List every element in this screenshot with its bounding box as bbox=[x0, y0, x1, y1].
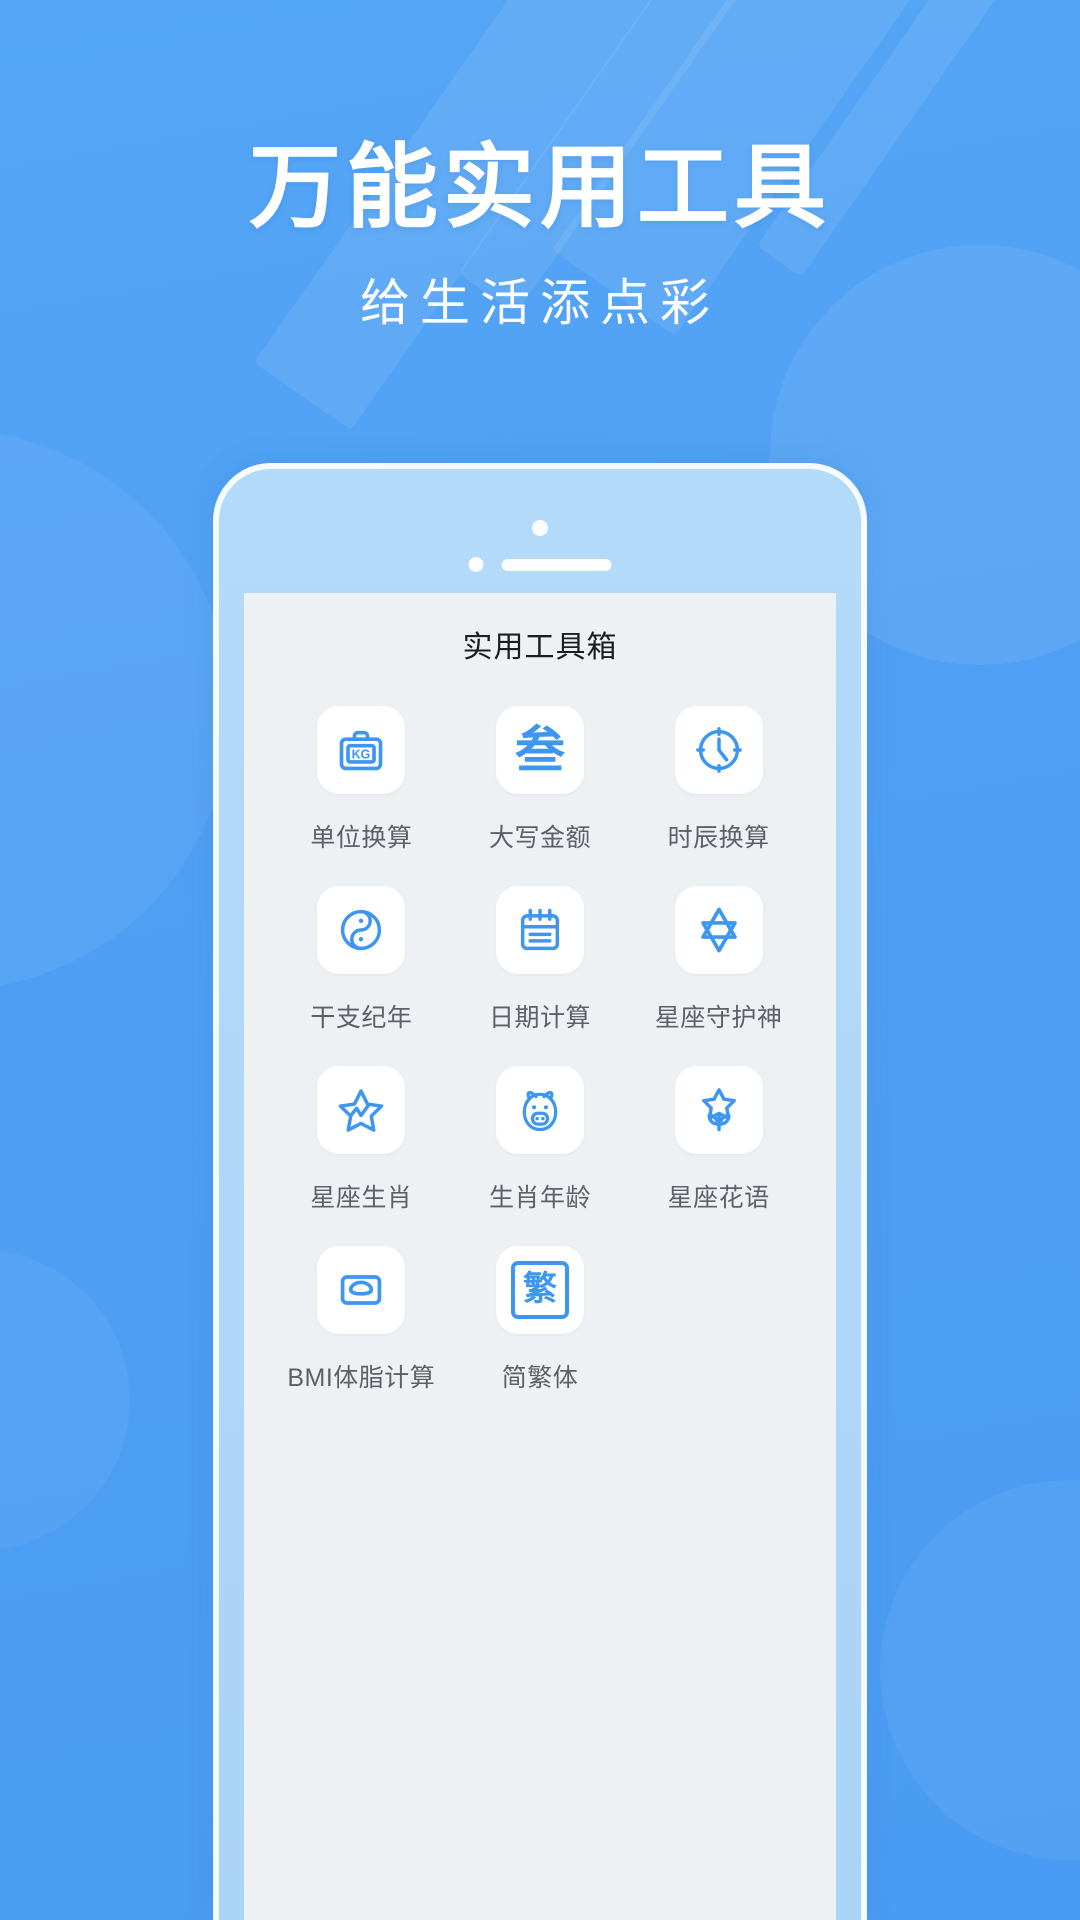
tool-label: BMI体脂计算 bbox=[287, 1364, 436, 1392]
traditional-character-icon: 繁 bbox=[495, 1246, 584, 1334]
tool-tile-empty bbox=[629, 1236, 808, 1416]
tool-tile-date-calculation[interactable]: 日期计算 bbox=[451, 876, 630, 1056]
tool-tile-capital-amount[interactable]: 叁 大写金额 bbox=[451, 696, 630, 876]
tool-label: 简繁体 bbox=[501, 1364, 579, 1392]
hero-section: 万能实用工具 给生活添点彩 bbox=[0, 0, 1080, 328]
tool-tile-zodiac-flower[interactable]: 星座花语 bbox=[629, 1056, 808, 1236]
tool-label: 星座生肖 bbox=[310, 1184, 413, 1212]
tool-tile-ganzhi-year[interactable]: 干支纪年 bbox=[272, 876, 451, 1056]
tool-label: 星座花语 bbox=[667, 1184, 770, 1212]
yin-yang-icon bbox=[317, 886, 406, 974]
tool-label: 星座守护神 bbox=[654, 1004, 783, 1032]
star-chart-icon bbox=[317, 1066, 406, 1154]
body-scale-icon bbox=[317, 1246, 406, 1334]
phone-camera-icon bbox=[532, 520, 548, 536]
tool-tile-shengxiao-age[interactable]: 生肖年龄 bbox=[451, 1056, 630, 1236]
clock-icon bbox=[674, 706, 763, 794]
background-circle bbox=[880, 1480, 1080, 1860]
tool-tile-shichen-conversion[interactable]: 时辰换算 bbox=[629, 696, 808, 876]
svg-text:KG: KG bbox=[352, 748, 371, 762]
tool-tile-bmi-calculator[interactable]: BMI体脂计算 bbox=[272, 1236, 451, 1416]
kg-suitcase-scale-icon: KG bbox=[317, 706, 406, 794]
hexagram-star-icon bbox=[674, 886, 763, 974]
flower-icon bbox=[674, 1066, 763, 1154]
tool-tile-zodiac-guardian[interactable]: 星座守护神 bbox=[629, 876, 808, 1056]
tool-tile-zodiac-shengxiao[interactable]: 星座生肖 bbox=[272, 1056, 451, 1236]
calendar-icon bbox=[495, 886, 584, 974]
tool-label: 单位换算 bbox=[310, 824, 413, 852]
phone-mockup: 实用工具箱 KG 单位换算 叁 大写金额 时辰换算 干支纪年 日期计算 星座守护… bbox=[213, 463, 867, 1920]
phone-sensor-dot-icon bbox=[468, 557, 484, 572]
tool-label: 日期计算 bbox=[488, 1004, 591, 1032]
hero-title: 万能实用工具 bbox=[248, 137, 831, 239]
phone-earpiece-icon bbox=[501, 558, 612, 571]
glyph-san: 叁 bbox=[514, 721, 565, 779]
phone-speaker-group bbox=[468, 557, 612, 572]
tool-label: 时辰换算 bbox=[667, 824, 770, 852]
tool-label: 大写金额 bbox=[488, 824, 591, 852]
glyph-fan: 繁 bbox=[510, 1261, 569, 1319]
phone-screen: 实用工具箱 KG 单位换算 叁 大写金额 时辰换算 干支纪年 日期计算 星座守护… bbox=[244, 593, 836, 1920]
tool-tile-unit-conversion[interactable]: KG 单位换算 bbox=[272, 696, 451, 876]
tool-tile-simplified-traditional[interactable]: 繁 简繁体 bbox=[451, 1236, 630, 1416]
background-circle bbox=[0, 430, 230, 990]
pig-face-icon bbox=[495, 1066, 584, 1154]
app-title: 实用工具箱 bbox=[462, 631, 618, 664]
tools-grid: KG 单位换算 叁 大写金额 时辰换算 干支纪年 日期计算 星座守护神 星座生肖… bbox=[244, 666, 836, 1416]
tool-label: 生肖年龄 bbox=[488, 1184, 591, 1212]
tool-label: 干支纪年 bbox=[310, 1004, 413, 1032]
chinese-numeral-three-icon: 叁 bbox=[495, 706, 584, 794]
hero-subtitle: 给生活添点彩 bbox=[360, 275, 720, 331]
background-circle bbox=[0, 1250, 130, 1550]
